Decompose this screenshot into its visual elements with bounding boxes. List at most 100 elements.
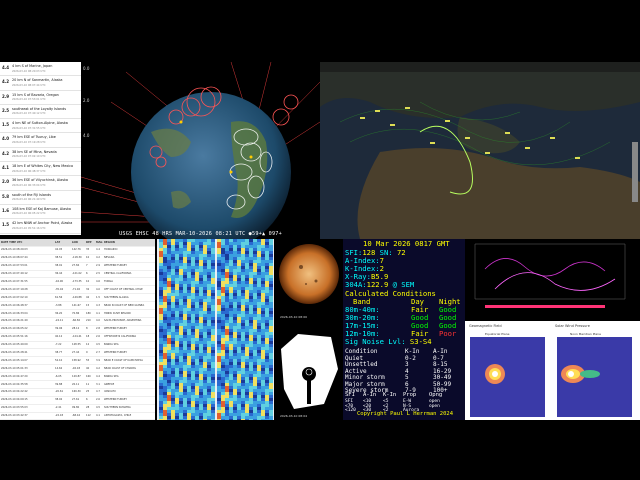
table-cell: 2026-03-10 03:42:37 — [1, 414, 28, 418]
eq-place: 79 km ESE of Tsuruy, Libe — [12, 135, 56, 140]
table-cell: 32 — [86, 287, 90, 291]
earthquake-list-item[interactable]: 4.0 79 km ESE of Tsuruy, Libe 2026-03-10… — [0, 133, 81, 148]
table-cell: 10 — [86, 256, 90, 260]
table-cell: 141.67 — [72, 303, 81, 307]
table-cell: 7 — [86, 264, 88, 268]
table-row[interactable]: 2026-03-10 04:09:15 38.92 27.61 6 2.6 WESTERN… — [0, 397, 155, 405]
eq-place: 18 km E of Whites City, New Mexico — [12, 164, 74, 169]
table-cell: WESTERN TURKEY — [104, 350, 127, 354]
table-row[interactable]: 2026-03-10 06:21:49 -24.11 -66.82 210 4.0 SAL… — [0, 318, 155, 326]
eq-time: 2026-03-10 07:31:55 UTC — [12, 126, 46, 130]
table-row[interactable]: 2026-03-10 07:53:01 38.91 27.84 7 2.9 WESTERN… — [0, 263, 155, 271]
table-row[interactable]: 2026-03-10 06:48:37 -3.88 141.67 15 4.3 NEAR … — [0, 302, 155, 311]
table-row[interactable]: 2026-03-10 05:01:33 14.62 -92.18 40 4.2 NEAR … — [0, 365, 155, 374]
earthquake-list-item[interactable]: 2.1 south of the Fiji Islands 2026-03-10… — [0, 234, 81, 235]
svg-text:4.0: 4.0 — [83, 133, 90, 138]
eq-magnitude: 4.2 — [2, 79, 10, 85]
map-graphic — [320, 62, 640, 239]
magnetosphere-graphs: Geomagnetic Field Solar Wind Pressure Eq… — [465, 239, 640, 420]
sun-panel: 2026-03-10 08:00 2026-03-10 08:04 — [276, 239, 343, 420]
earthquake-list-item[interactable]: 2.9 15 km S of Bavaria, Oregon 2026-03-1… — [0, 91, 81, 105]
earthquake-list-item[interactable]: 1.6 108 km ESE of Kaj Bamuse, Alaska 202… — [0, 205, 81, 220]
table-cell: 27.61 — [72, 398, 80, 402]
table-row[interactable]: 2026-03-10 07:19:28 -35.04 -71.92 32 4.0 OFF … — [0, 286, 155, 295]
table-cell: 4.2 — [96, 256, 100, 260]
table-cell: 128.55 — [72, 343, 81, 347]
table-cell: 2026-03-10 04:22:42 — [1, 390, 28, 394]
table-row[interactable]: 2026-03-10 05:40:09 -7.22 128.55 12 4.5 BANDA… — [0, 342, 155, 350]
table-cell: 160 — [86, 374, 91, 378]
table-cell: SOUTHERN ALASKA — [104, 295, 129, 299]
table-cell: 4.7 — [96, 390, 100, 394]
eq-place: southeast of the Loyalty Islands — [12, 106, 66, 111]
table-cell: 99.80 — [72, 406, 80, 410]
table-cell: 2.8 — [96, 327, 100, 331]
table-cell: 2026-03-10 06:05:22 — [1, 327, 28, 331]
copyright: Copyright Paul L Herrman 2024 — [357, 411, 454, 417]
table-row[interactable]: 2026-03-10 07:02:10 61.56 -149.88 42 1.5 SOUT… — [0, 294, 155, 303]
table-cell: 4.4 — [96, 374, 100, 378]
table-cell: TONGA — [104, 279, 114, 283]
table-row[interactable]: 2026-03-10 03:42:37 -22.18 -68.44 112 4.1 ANT… — [0, 413, 155, 420]
table-cell: 11 — [86, 382, 90, 386]
table-cell: 2.7 — [96, 350, 100, 354]
table-cell: NEAR E COAST OF KAMCHATKA — [104, 358, 143, 362]
table-cell: 2026-03-10 05:01:33 — [1, 366, 28, 370]
table-cell: 2.6 — [96, 398, 100, 402]
table-header-cell: LON — [72, 240, 78, 244]
table-cell: -22.18 — [55, 414, 64, 418]
table-row[interactable]: 2026-03-10 07:31:55 -16.90 -173.35 10 4.6 TON… — [0, 278, 155, 287]
earthquake-list-item[interactable]: 4.2 38 km SE of Mina, Nevada 2026-03-10 … — [0, 148, 81, 163]
earthquake-list-item[interactable]: 2.5 southeast of the Loyalty Islands 202… — [0, 105, 81, 120]
table-row[interactable]: 2026-03-10 05:14:07 52.10 158.92 55 3.9 NEAR … — [0, 357, 155, 366]
he304-row: 304A:122.9 @ SEM — [345, 280, 415, 289]
table-cell: 36.20 — [55, 311, 63, 315]
table-row[interactable]: 2026-03-10 08:07:44 38.51 -118.30 10 4.2 NEVA… — [0, 255, 155, 263]
eq-time: 2026-03-10 06:05:22 UTC — [12, 212, 46, 216]
earthquake-list-item[interactable]: 1.5 4 km NE of Sutton-Alpine, Alaska 202… — [0, 119, 81, 134]
table-cell: -3.88 — [55, 303, 62, 307]
table-cell: 25 — [86, 390, 90, 394]
ham-radio-map[interactable] — [320, 62, 640, 239]
table-row[interactable]: 2026-03-10 04:35:58 39.88 20.11 11 3.1 GREECE — [0, 381, 155, 389]
table-row[interactable]: 2026-03-10 06:33:04 36.20 70.86 180 4.1 HINDU… — [0, 310, 155, 318]
eq-time: 2026-03-10 07:19:28 UTC — [12, 140, 46, 144]
globe-caption: USGS EHSC 48 HRS MAR-10-2026 08:21 UTC ●… — [119, 231, 282, 237]
table-header-cell: DATE TIME UTC — [1, 240, 23, 244]
table-row[interactable]: 2026-03-10 05:28:41 38.77 27.44 9 2.7 WESTERN… — [0, 349, 155, 358]
table-cell: BANDA SEA — [104, 343, 119, 347]
table-cell: 35 — [86, 248, 90, 252]
table-row[interactable]: 2026-03-10 07:40:12 36.44 -121.02 6 2.5 CENTR… — [0, 271, 155, 279]
earthquake-list-item[interactable]: 4.1 18 km E of Whites City, New Mexico 2… — [0, 162, 81, 177]
earthquake-list-item[interactable]: 2.0 36 km ESE of Vilyuchinsk, Alaska 202… — [0, 176, 81, 191]
earthquake-list-item[interactable]: 4.4 4 km S of Marine, Japan 2026-03-10 0… — [0, 62, 81, 77]
table-row[interactable]: 2026-03-10 06:05:22 39.06 28.12 8 2.8 WESTERN… — [0, 326, 155, 334]
table-cell: -71.92 — [72, 287, 81, 291]
table-row[interactable]: 2026-03-10 04:47:20 -6.05 129.87 160 4.4 BAND… — [0, 373, 155, 382]
eq-magnitude: 5.8 — [2, 193, 10, 199]
table-row[interactable]: 2026-03-10 03:55:03 -2.41 99.80 28 4.5 SOUTHE… — [0, 405, 155, 413]
eq-time: 2026-03-10 07:02:10 UTC — [12, 155, 46, 159]
table-cell: 39.88 — [55, 382, 63, 386]
table-header-cell: LAT — [55, 240, 61, 244]
table-row[interactable]: 2026-03-10 04:22:42 -20.61 169.30 25 4.7 VANU… — [0, 389, 155, 397]
earthquake-list-item[interactable]: 5.8 south of the Fiji Islands 2026-03-10… — [0, 191, 81, 205]
table-row[interactable]: 2026-03-10 08:20:03 42.05 142.76 35 4.4 HOKKA… — [0, 247, 155, 255]
table-cell: 2026-03-10 05:40:09 — [1, 343, 28, 347]
table-cell: 169.30 — [72, 390, 81, 394]
table-cell: 2.9 — [96, 264, 100, 268]
svg-text:0.0: 0.0 — [83, 66, 90, 71]
table-cell: 40.12 — [55, 335, 63, 339]
earthquake-list-item[interactable]: 4.2 20 km N of Sanmartin, Alaska 2026-03… — [0, 76, 81, 91]
eq-place: 42 km NNW of Anchor Point, Alaska — [12, 221, 73, 226]
table-cell: 2026-03-10 03:55:03 — [1, 406, 28, 410]
table-cell: 4.0 — [96, 287, 100, 291]
table-cell: NEAR N COAST OF NEW GUINEA — [104, 303, 145, 307]
earthquake-list-item[interactable]: 1.5 42 km NNW of Anchor Point, Alaska 20… — [0, 219, 81, 234]
table-cell: 12 — [86, 343, 90, 347]
table-cell: 4.3 — [96, 303, 100, 307]
table-row[interactable]: 2026-03-10 05:51:16 40.12 -124.41 18 2.6 OFFS… — [0, 334, 155, 342]
table-cell: ANTOFAGASTA, CHILE — [104, 414, 132, 418]
eq-place: 108 km ESE of Kaj Bamuse, Alaska — [12, 206, 71, 211]
table-cell: 2026-03-10 07:53:01 — [1, 264, 28, 268]
